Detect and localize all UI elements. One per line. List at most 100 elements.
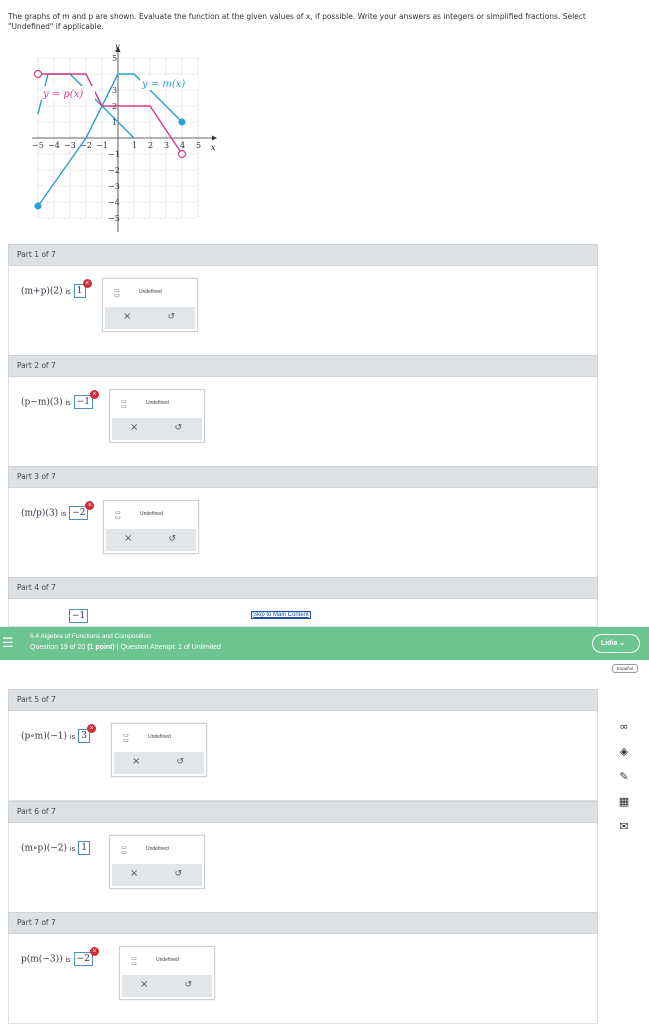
language-button[interactable]: Español — [612, 664, 638, 673]
x-tick-label: −3 — [64, 141, 76, 150]
course-banner: ☰ 6.4 Algebra of Functions and Compositi… — [0, 627, 649, 660]
clear-icon[interactable]: × — [140, 979, 148, 990]
undo-icon[interactable]: ↺ — [176, 757, 184, 767]
part-2-title: Part 2 of 7 — [17, 361, 56, 370]
part-6-answer-field[interactable]: 1 — [78, 841, 91, 855]
y-tick-label: 2 — [112, 102, 117, 111]
x-tick-label: 5 — [196, 141, 201, 150]
part-1-expr-text: (m+p)(2) — [21, 286, 63, 297]
part-1-answer-field[interactable]: 1 × — [73, 279, 92, 298]
x-tick-label: 1 — [132, 141, 137, 150]
x-tick-label: 4 — [180, 141, 185, 150]
fraction-icon[interactable]: ▭ ▭ — [114, 510, 122, 521]
clear-icon[interactable]: × — [123, 311, 131, 322]
x-axis-label: x — [211, 143, 216, 152]
part-2-answer-value: −1 — [76, 397, 90, 407]
part-5-answer-value: 3 — [81, 731, 87, 741]
part-5-title: Part 5 of 7 — [17, 695, 56, 704]
x-tick-label: −5 — [32, 141, 44, 150]
p-end-point — [177, 149, 187, 159]
x-tick-label: −2 — [80, 141, 92, 150]
part-7-math-palette: ▭ ▭ Undefined × ↺ — [119, 946, 215, 1000]
fraction-icon[interactable]: ▭ ▭ — [120, 845, 128, 856]
undo-icon[interactable]: ↺ — [167, 312, 175, 322]
undo-icon[interactable]: ↺ — [174, 869, 182, 879]
part-7-expression: p(m(−3)) is −2 × — [21, 947, 99, 966]
part-6-expression: (m∘p)(−2) is 1 — [21, 841, 91, 855]
user-menu-button[interactable]: Lidia ⌄ — [592, 634, 640, 653]
clear-icon[interactable]: × — [130, 868, 138, 879]
part-7-is: is — [65, 956, 71, 964]
status-separator: | — [116, 644, 119, 651]
fraction-icon[interactable]: ▭ ▭ — [113, 288, 121, 299]
part-2-header: Part 2 of 7 — [8, 355, 598, 377]
wrong-answer-icon: × — [82, 279, 92, 288]
wrong-answer-icon: × — [85, 501, 95, 510]
undo-icon[interactable]: ↺ — [184, 980, 192, 990]
p-label: y = p(x) — [42, 89, 83, 100]
chevron-down-icon: ⌄ — [619, 640, 626, 647]
undo-icon[interactable]: ↺ — [168, 534, 176, 544]
part-1-is: is — [65, 288, 71, 296]
part-5-expression: (p∘m)(−1) is 3 × — [21, 724, 97, 743]
part-2-expression: (p−m)(3) is −1 × — [21, 390, 99, 409]
palette-toolbar: × ↺ — [112, 418, 202, 440]
clear-icon[interactable]: × — [124, 533, 132, 544]
palette-toolbar: × ↺ — [114, 752, 204, 774]
edit-doc-icon[interactable]: ✎ — [614, 770, 634, 795]
part-3-expression: (m/p)(3) is −2 × — [21, 501, 95, 520]
fraction-icon[interactable]: ▭ ▭ — [130, 956, 138, 967]
infinity-icon[interactable]: ∞ — [614, 720, 634, 745]
undefined-button[interactable]: Undefined — [140, 511, 163, 517]
clear-icon[interactable]: × — [132, 756, 140, 767]
part-6-title: Part 6 of 7 — [17, 807, 56, 816]
undefined-button[interactable]: Undefined — [146, 846, 169, 852]
part-6-is: is — [70, 845, 76, 853]
y-tick-label: −1 — [108, 150, 120, 159]
part-1-math-palette: ▭ ▭ Undefined × ↺ — [102, 278, 198, 332]
y-tick-label: 5 — [112, 54, 117, 63]
section-title: 6.4 Algebra of Functions and Composition — [30, 633, 151, 640]
part-4-answer-field[interactable]: −1 — [69, 609, 89, 623]
diamond-icon[interactable]: ◈ — [614, 745, 634, 770]
m-label: y = m(x) — [141, 79, 185, 90]
part-4-expression: −1 — [69, 609, 89, 623]
y-tick-label: −4 — [108, 198, 120, 207]
undefined-button[interactable]: Undefined — [139, 289, 162, 295]
question-status: Question 19 of 20 (1 point) | Question A… — [30, 644, 221, 651]
fraction-icon[interactable]: ▭ ▭ — [122, 733, 130, 744]
part-6-answer-value: 1 — [81, 843, 87, 853]
y-tick-label: −3 — [108, 182, 120, 191]
wrong-answer-icon: × — [87, 724, 97, 733]
mail-icon[interactable]: ✉ — [614, 820, 634, 845]
fraction-icon[interactable]: ▭ ▭ — [120, 399, 128, 410]
undefined-button[interactable]: Undefined — [148, 734, 171, 740]
part-7-answer-field[interactable]: −2 × — [73, 947, 99, 966]
part-3-answer-field[interactable]: −2 × — [69, 501, 95, 520]
part-2-body: (p−m)(3) is −1 × ▭ ▭ Undefined × ↺ — [8, 377, 598, 467]
undo-icon[interactable]: ↺ — [174, 423, 182, 433]
part-7-expr-text: p(m(−3)) — [21, 954, 63, 965]
part-5-math-palette: ▭ ▭ Undefined × ↺ — [111, 723, 207, 777]
part-1-expression: (m+p)(2) is 1 × — [21, 279, 92, 298]
part-7-title: Part 7 of 7 — [17, 918, 56, 927]
part-5-body: (p∘m)(−1) is 3 × ▭ ▭ Undefined × ↺ — [8, 711, 598, 801]
undefined-button[interactable]: Undefined — [146, 400, 169, 406]
part-1-answer-value: 1 — [76, 286, 83, 296]
part-2-is: is — [65, 399, 71, 407]
part-2-expr-text: (p−m)(3) — [21, 397, 63, 408]
attempt-info: Question Attempt: 1 of Unlimited — [120, 644, 221, 651]
undefined-button[interactable]: Undefined — [156, 957, 179, 963]
part-6-expr-text: (m∘p)(−2) — [21, 843, 68, 854]
wrong-answer-icon: × — [89, 390, 99, 399]
part-6-body: (m∘p)(−2) is 1 ▭ ▭ Undefined × ↺ — [8, 823, 598, 913]
calculator-icon[interactable]: ▦ — [614, 795, 634, 820]
part-2-answer-field[interactable]: −1 × — [73, 390, 99, 409]
part-5-answer-field[interactable]: 3 × — [78, 724, 97, 743]
part-1-body: (m+p)(2) is 1 × ▭ ▭ Undefined × ↺ — [8, 266, 598, 356]
function-graph: y = p(x) y = m(x) y x −5 −4 −3 −2 −1 1 2 3 4 5 5 3… — [28, 40, 228, 236]
clear-icon[interactable]: × — [130, 422, 138, 433]
hamburger-icon[interactable]: ☰ — [2, 636, 14, 651]
skip-to-main-link[interactable]: Skip to Main Content — [251, 611, 311, 619]
wrong-answer-icon: × — [89, 947, 99, 956]
